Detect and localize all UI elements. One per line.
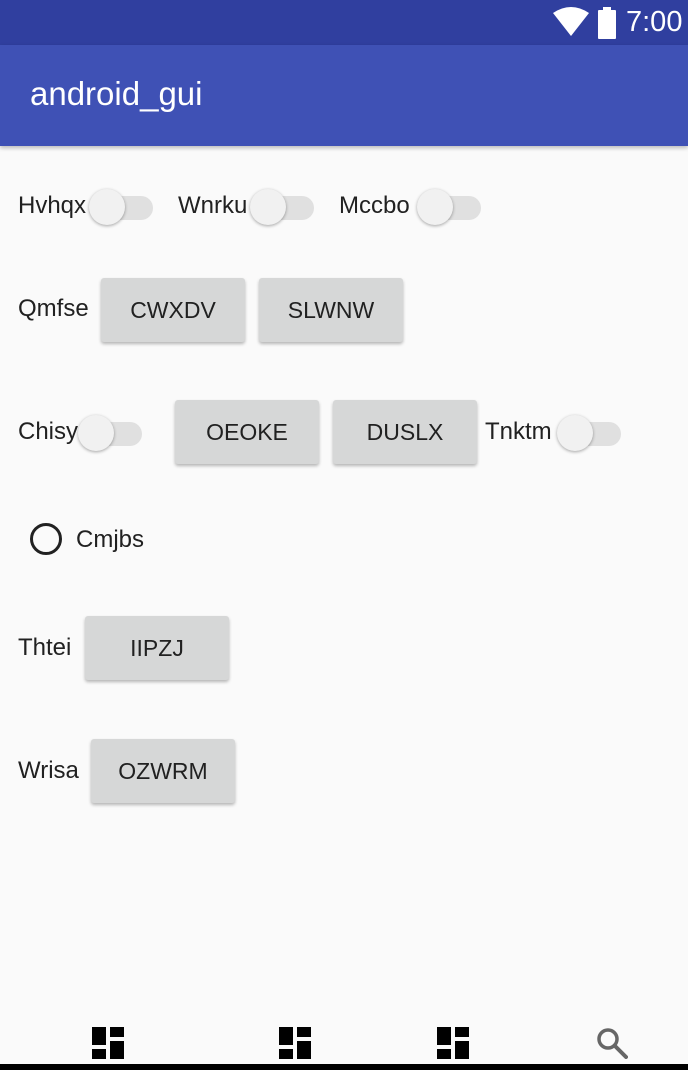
radio-cmjbs[interactable] bbox=[30, 523, 62, 555]
label-thtei: Thtei bbox=[18, 634, 72, 661]
dashboard-icon[interactable] bbox=[92, 1027, 124, 1059]
app-bar: android_gui bbox=[0, 45, 688, 146]
battery-icon bbox=[598, 7, 616, 39]
label-qmfse: Qmfse bbox=[18, 295, 89, 322]
switch-label-tnktm: Tnktm bbox=[485, 418, 552, 445]
switch-thumb bbox=[89, 189, 125, 225]
switch-wnrku[interactable] bbox=[250, 187, 314, 227]
switch-label-wnrku: Wnrku bbox=[178, 192, 248, 219]
switch-thumb bbox=[250, 189, 286, 225]
switch-thumb bbox=[557, 415, 593, 451]
switch-label-chisy: Chisy bbox=[18, 418, 79, 445]
switch-label-mccbo: Mccbo bbox=[339, 192, 410, 219]
wifi-icon bbox=[553, 7, 589, 36]
button-ozwrm[interactable]: OZWRM bbox=[91, 739, 235, 803]
button-cwxdv[interactable]: CWXDV bbox=[101, 278, 245, 342]
switch-mccbo[interactable] bbox=[417, 187, 481, 227]
label-wrisa: Wrisa bbox=[18, 757, 79, 784]
radio-label-cmjbs: Cmjbs bbox=[76, 526, 145, 553]
button-iipzj[interactable]: IIPZJ bbox=[85, 616, 229, 680]
switch-hvhqx[interactable] bbox=[89, 187, 153, 227]
switch-thumb bbox=[78, 415, 114, 451]
dashboard-icon[interactable] bbox=[279, 1027, 311, 1059]
switch-chisy[interactable] bbox=[78, 413, 142, 453]
switch-thumb bbox=[417, 189, 453, 225]
nav-bar-edge bbox=[0, 1064, 688, 1070]
dashboard-icon[interactable] bbox=[437, 1027, 469, 1059]
clock: 7:00 bbox=[626, 6, 683, 38]
app-title: android_gui bbox=[30, 75, 203, 112]
button-slwnw[interactable]: SLWNW bbox=[259, 278, 403, 342]
button-duslx[interactable]: DUSLX bbox=[333, 400, 477, 464]
search-icon[interactable] bbox=[596, 1027, 628, 1059]
switch-tnktm[interactable] bbox=[557, 413, 621, 453]
status-bar: 7:00 bbox=[0, 0, 688, 45]
bottom-navigation bbox=[0, 1010, 688, 1070]
switch-label-hvhqx: Hvhqx bbox=[18, 192, 87, 219]
button-oeoke[interactable]: OEOKE bbox=[175, 400, 319, 464]
